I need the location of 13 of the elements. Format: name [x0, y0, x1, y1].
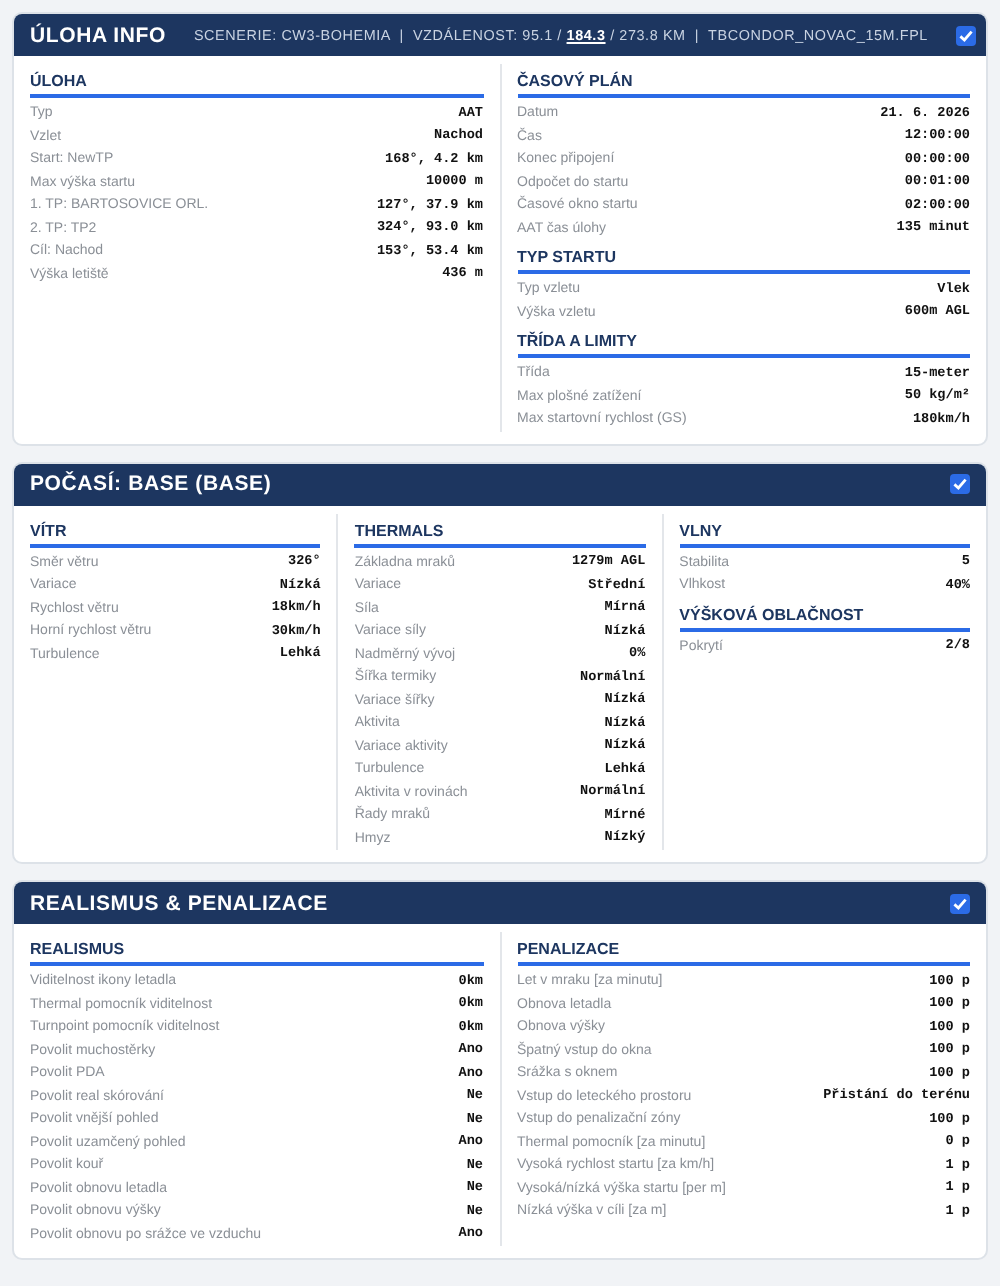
section-heading: REALISMUS — [30, 932, 483, 966]
section-heading: TYP STARTU — [517, 240, 970, 274]
section-heading: VLNY — [679, 513, 970, 547]
section-heading: ÚLOHA — [30, 64, 483, 98]
section-heading: VÍTR — [30, 513, 321, 547]
panel-title: REALISMUS & PENALIZACE — [30, 891, 328, 915]
section-heading: TŘÍDA A LIMITY — [517, 324, 970, 358]
section-heading: ČASOVÝ PLÁN — [517, 64, 970, 98]
section-heading: THERMALS — [354, 513, 646, 547]
panel-title: ÚLOHA INFO — [30, 23, 166, 47]
section-heading: PENALIZACE — [517, 932, 970, 966]
panel-title: POČASÍ: BASE (BASE) — [30, 472, 272, 496]
section-heading: VÝŠKOVÁ OBLAČNOST — [679, 597, 970, 631]
